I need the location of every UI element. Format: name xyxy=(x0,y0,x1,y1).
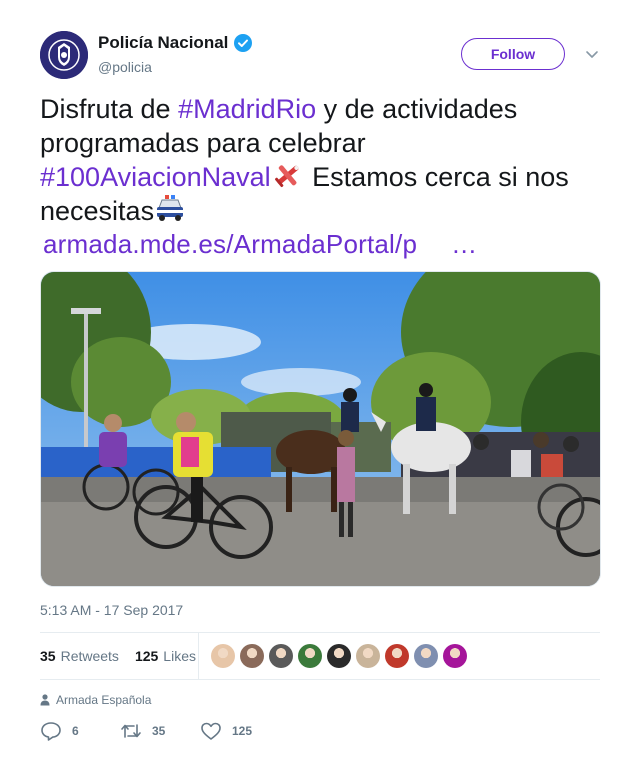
liker-avatar[interactable] xyxy=(211,644,235,668)
liker-avatar[interactable] xyxy=(327,644,351,668)
reply-count: 6 xyxy=(72,724,79,738)
likes-count: 125 xyxy=(134,648,159,664)
follow-button[interactable]: Follow xyxy=(461,38,565,70)
retweets-count: 35 xyxy=(40,648,56,664)
verified-badge-icon xyxy=(234,34,253,52)
airplane-emoji-icon xyxy=(271,160,305,190)
profile-avatar[interactable] xyxy=(40,31,88,79)
tweet-photo[interactable] xyxy=(40,271,601,587)
tweet-link-url[interactable]: armada.mde.es/ArmadaPortal/p xyxy=(43,229,417,259)
author-handle[interactable]: @policia xyxy=(98,59,152,75)
tweet-actions: 6 35 125 xyxy=(40,721,252,741)
source-label[interactable]: Armada Española xyxy=(56,693,151,707)
heart-icon xyxy=(201,722,221,740)
liker-avatar[interactable] xyxy=(356,644,380,668)
tweet-timestamp[interactable]: 5:13 AM - 17 Sep 2017 xyxy=(40,602,183,618)
reply-action[interactable]: 6 xyxy=(40,721,120,741)
retweet-icon xyxy=(121,724,141,738)
tweet-photo-image xyxy=(41,272,600,586)
police-car-emoji-icon xyxy=(154,194,188,224)
chevron-down-icon[interactable] xyxy=(584,46,600,62)
like-action[interactable]: 125 xyxy=(200,721,252,741)
hashtag-madridrio[interactable]: #MadridRio xyxy=(178,94,316,124)
liker-avatar[interactable] xyxy=(414,644,438,668)
divider-bottom xyxy=(40,679,600,680)
liker-avatar[interactable] xyxy=(443,644,467,668)
tweet-text-part1: Disfruta de xyxy=(40,94,179,124)
like-count: 125 xyxy=(232,724,253,738)
retweet-action[interactable]: 35 xyxy=(120,721,200,741)
retweet-count: 35 xyxy=(152,724,166,738)
author-name[interactable]: Policía Nacional xyxy=(98,33,228,53)
police-badge-icon xyxy=(40,31,88,79)
tweet-source[interactable]: Armada Española xyxy=(40,693,151,707)
stats-separator xyxy=(198,633,199,679)
retweets-stat[interactable]: 35 Retweets xyxy=(40,648,119,664)
tweet-link-ellipsis: … xyxy=(451,229,478,259)
tweet-text: Disfruta de #MadridRio y de actividades … xyxy=(40,92,600,228)
likes-stat[interactable]: 125 Likes xyxy=(135,648,196,664)
liker-avatar[interactable] xyxy=(269,644,293,668)
liker-avatar[interactable] xyxy=(385,644,409,668)
author-name-row[interactable]: Policía Nacional xyxy=(98,33,253,53)
reply-icon xyxy=(41,722,61,741)
liker-avatar[interactable] xyxy=(240,644,264,668)
liker-avatars xyxy=(211,644,467,668)
tweet-link[interactable]: armada.mde.es/ArmadaPortal/p … xyxy=(43,229,477,260)
likes-label: Likes xyxy=(163,648,196,664)
retweets-label: Retweets xyxy=(60,648,119,664)
liker-avatar[interactable] xyxy=(298,644,322,668)
person-icon xyxy=(40,694,50,706)
hashtag-100aviacionnaval[interactable]: #100AviacionNaval xyxy=(40,162,271,192)
